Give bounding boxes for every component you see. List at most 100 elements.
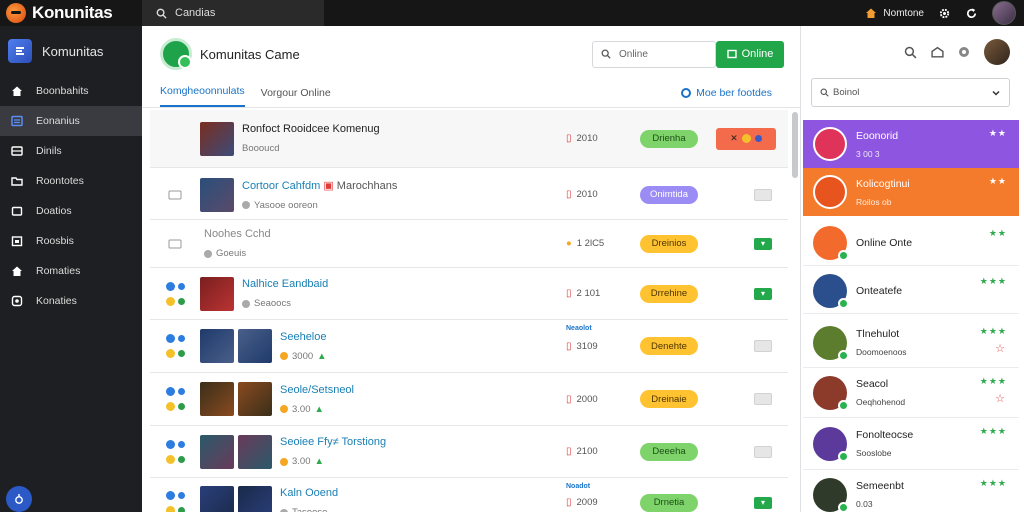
search-icon[interactable] [904, 46, 917, 59]
help-icon[interactable] [6, 486, 32, 512]
people-icon[interactable] [931, 46, 944, 59]
row-title[interactable]: Noohes Cchd [204, 228, 271, 240]
tab-bar: Komgheoonnulats Vorgour Online Moe ber f… [142, 82, 800, 108]
blue-dot-icon [165, 281, 185, 291]
table-row[interactable]: Seeheloe 3000 ▲ Neaolot ▯ 3109 Denehte [150, 320, 788, 373]
status-badge[interactable]: Deeeha [640, 442, 698, 461]
user-avatar[interactable] [992, 1, 1016, 25]
game-thumbnail[interactable] [200, 382, 234, 416]
member-list-item[interactable]: Tlnehulot Doomoenoos ★★★ ☆ [803, 318, 1019, 368]
top-search[interactable]: Candias [142, 0, 324, 26]
row-title[interactable]: Cortoor Cahfdm ▣ Marochhans [242, 179, 397, 192]
row-title[interactable]: Ronfoct Rooidcee Komenug [242, 123, 380, 135]
table-row[interactable]: Kaln Ooend Tasoose Noadot ▯2009 Drnetia ▾ [150, 478, 788, 512]
sidebar-item-6[interactable]: Romaties [0, 256, 142, 286]
user-avatar[interactable] [984, 39, 1010, 65]
status-badge[interactable]: Denehte [640, 337, 698, 355]
checkbox[interactable] [754, 445, 772, 458]
game-thumbnail[interactable] [238, 434, 272, 469]
folder-icon [10, 175, 24, 187]
refresh-icon[interactable] [965, 7, 978, 20]
table-row[interactable]: Cortoor Cahfdm ▣ Marochhans Yasooe ooreon… [150, 170, 788, 220]
game-thumbnail[interactable] [200, 434, 234, 469]
checkbox[interactable] [754, 393, 772, 405]
status-dot-icon[interactable] [958, 46, 970, 58]
game-thumbnail[interactable] [200, 276, 234, 311]
sidebar-item-0[interactable]: Boonbahits [0, 76, 142, 106]
table-row[interactable]: Ronfoct Rooidcee Komenug Boooucd ▯ 2010 Drie… [150, 110, 788, 168]
scrollbar[interactable] [792, 112, 798, 178]
member-list-item[interactable]: Onteatefe ★★★ [803, 268, 1019, 314]
member-sub: 0.03 [856, 499, 873, 509]
sidebar-item-4[interactable]: Doatios [0, 196, 142, 226]
community-avatar[interactable] [160, 38, 192, 70]
table-row[interactable]: Noohes Cchd Goeuis ● 1 2lC5 Dreinios ▾ [150, 220, 788, 268]
game-thumbnail[interactable] [200, 485, 234, 512]
member-list-item[interactable]: Fonolteocse Sooslobe ★★★ [803, 418, 1019, 470]
row-status-icons [150, 490, 200, 512]
game-thumbnail[interactable] [238, 329, 272, 363]
sidebar-item-1[interactable]: Eonanius [0, 106, 142, 136]
game-thumbnail[interactable] [238, 485, 272, 512]
member-list-item[interactable]: Online Onte ★★ [803, 220, 1019, 266]
row-title[interactable]: Seoiee Ffy≠ Torstiong [280, 436, 386, 448]
favorite-icon[interactable]: ☆ [995, 342, 1005, 355]
sidebar-header[interactable]: Komunitas [0, 26, 142, 76]
main-header: Komunitas Came Online Online [142, 26, 800, 82]
search-input[interactable]: Online [592, 40, 716, 68]
member-text: Seacol Oeqhohenod [856, 378, 905, 407]
table-row[interactable]: Seoiee Ffy≠ Torstiong 3.00 ▲ ▯ 2100 Deeeha [150, 426, 788, 478]
home-icon [10, 85, 24, 97]
row-title[interactable]: Seole/Setsneol [280, 384, 354, 396]
sidebar-item-7[interactable]: Konaties [0, 286, 142, 316]
game-thumbnail[interactable] [200, 329, 234, 363]
rating-stars: ★★ [988, 176, 1007, 186]
member-name: Onteatefe [856, 284, 903, 297]
member-avatar [813, 426, 849, 462]
status-badge[interactable]: Drrehine [640, 284, 698, 303]
row-count: ▯ 2 101 [566, 288, 601, 299]
game-thumbnail[interactable] [200, 121, 234, 156]
filter-select[interactable]: Boinol [811, 78, 1010, 107]
row-subtitle: Seaoocs [242, 298, 328, 309]
table-row[interactable]: Nalhice Eandbaid Seaoocs ▯ 2 101 Drrehine ▾ [150, 268, 788, 320]
row-text: Seole/Setsneol 3.00 ▲ [280, 384, 354, 415]
game-thumbnail[interactable] [200, 177, 234, 212]
status-badge[interactable]: Dreinios [640, 234, 698, 253]
checkbox-checked[interactable]: ▾ [754, 287, 772, 300]
row-count: ▯ 2010 [566, 133, 598, 144]
sidebar-item-3[interactable]: Roontotes [0, 166, 142, 196]
top-bar: Konunitas Candias Nomtone [0, 0, 1024, 26]
favorite-icon[interactable]: ☆ [995, 392, 1005, 405]
member-list-item[interactable]: Semeenbt 0.03 ★★★ [803, 470, 1019, 512]
status-badge[interactable]: Dreinaie [640, 390, 698, 408]
checkbox[interactable] [754, 188, 772, 201]
join-button[interactable]: ✕ [716, 127, 776, 150]
row-title[interactable]: Nalhice Eandbaid [242, 278, 328, 290]
row-title[interactable]: Kaln Ooend [280, 487, 338, 499]
online-button[interactable]: Online [716, 40, 784, 68]
checkbox-checked[interactable]: ▾ [754, 496, 772, 509]
checkbox-checked[interactable]: ▾ [754, 237, 772, 250]
row-title[interactable]: Seeheloe [280, 331, 327, 343]
member-list-item[interactable]: Seacol Oeqhohenod ★★★ ☆ [803, 368, 1019, 418]
tab-communities[interactable]: Komgheoonnulats [160, 85, 245, 107]
member-list-item[interactable]: Kolicogtinui Roilos ob ★★ [803, 168, 1019, 216]
top-user[interactable]: Nomtone [865, 7, 924, 19]
status-badge[interactable]: Onimtida [640, 185, 698, 204]
gear-icon[interactable] [938, 7, 951, 20]
status-badge[interactable]: Drnetia [640, 493, 698, 512]
game-thumbnail[interactable] [238, 382, 272, 416]
sidebar-item-5[interactable]: Roosbis [0, 226, 142, 256]
member-list-item[interactable]: Eoonorid 3 00 3 ★★ [803, 120, 1019, 168]
sidebar-item-2[interactable]: Dinils [0, 136, 142, 166]
more-link[interactable]: Moe ber footdes [681, 87, 772, 107]
brand-logo-icon [6, 3, 26, 23]
row-text: Seeheloe 3000 ▲ [280, 331, 327, 362]
brand[interactable]: Konunitas [0, 3, 142, 23]
checkbox[interactable] [754, 340, 772, 352]
folder-icon [168, 190, 182, 200]
status-badge[interactable]: Drienha [640, 129, 698, 148]
table-row[interactable]: Seole/Setsneol 3.00 ▲ ▯ 2000 Dreinaie [150, 373, 788, 426]
tab-online[interactable]: Vorgour Online [261, 87, 331, 107]
